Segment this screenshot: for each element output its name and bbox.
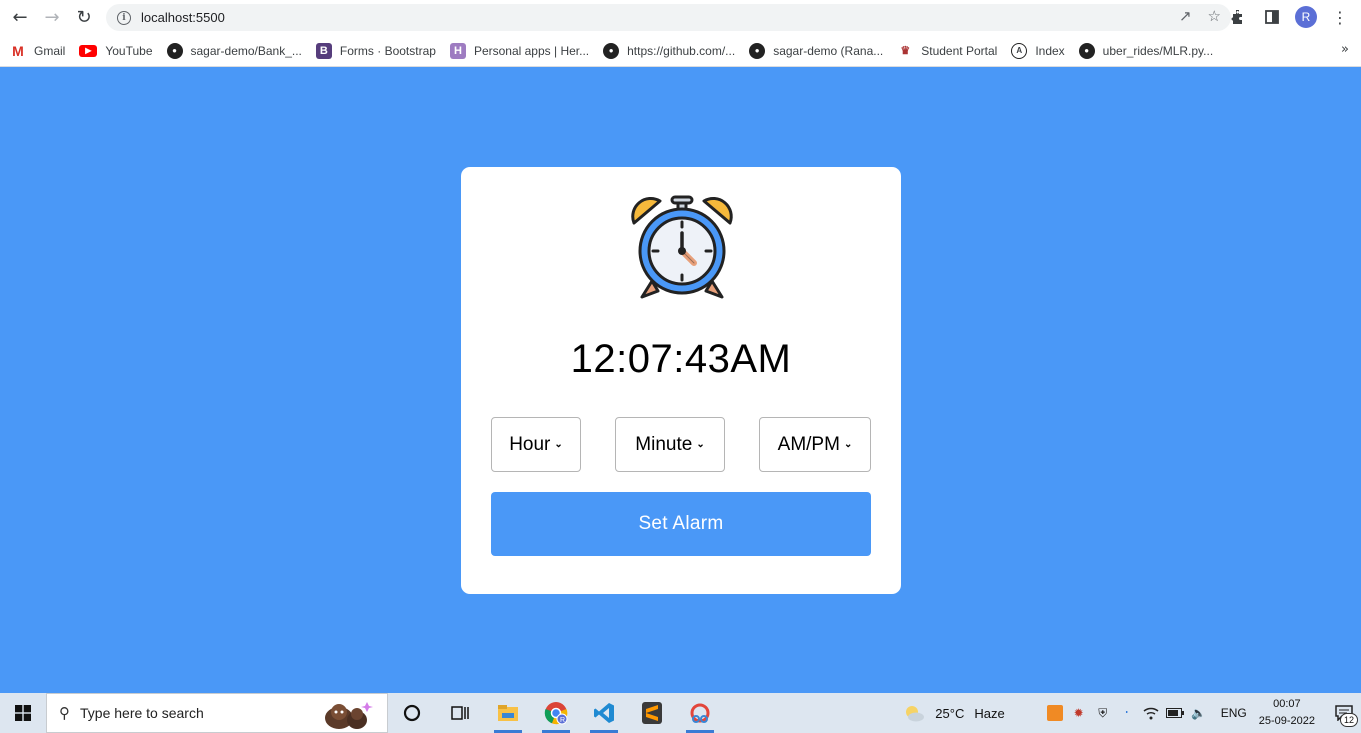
bookmark-uber-rides[interactable]: ● uber_rides/MLR.py... <box>1078 42 1214 59</box>
side-panel-icon[interactable] <box>1261 4 1283 30</box>
bookmark-heroku[interactable]: H Personal apps | Her... <box>449 42 590 59</box>
bookmark-github-url[interactable]: ● https://github.com/... <box>603 42 736 59</box>
bookmark-index[interactable]: A Index <box>1011 42 1065 59</box>
bookmark-label: Personal apps | Her... <box>473 43 590 58</box>
site-info-icon[interactable]: i <box>117 10 131 25</box>
svg-text:R: R <box>560 717 565 724</box>
heroku-icon: H <box>449 42 466 59</box>
github-icon: ● <box>603 42 620 59</box>
search-placeholder: Type here to search <box>80 705 204 721</box>
taskbar-date: 25-09-2022 <box>1258 715 1315 727</box>
search-highlight-icon <box>325 702 373 729</box>
hour-select[interactable]: Hour ⌄ <box>491 417 581 472</box>
shield-icon[interactable]: ⛨ <box>1093 703 1113 723</box>
bookmark-github-demo[interactable]: ● sagar-demo (Rana... <box>749 42 884 59</box>
bookmark-label: sagar-demo (Rana... <box>773 43 884 58</box>
set-alarm-button[interactable]: Set Alarm <box>491 492 871 556</box>
minute-select[interactable]: Minute ⌄ <box>615 417 725 472</box>
bookmark-label: Gmail <box>34 43 66 58</box>
github-icon: ● <box>1078 42 1095 59</box>
bookmark-label: Student Portal <box>921 43 998 58</box>
url-text[interactable]: localhost:5500 <box>141 10 225 25</box>
ampm-select[interactable]: AM/PM ⌄ <box>759 417 871 472</box>
ampm-select-label: AM/PM <box>777 433 840 455</box>
snipping-tool-icon[interactable] <box>676 693 724 733</box>
file-explorer-icon[interactable] <box>484 693 532 733</box>
search-icon: ⚲ <box>59 704 70 722</box>
gmail-icon: M <box>12 42 24 59</box>
chevron-down-icon: ⌄ <box>696 439 705 450</box>
taskbar-clock[interactable]: 00:07 25-09-2022 <box>1259 696 1315 730</box>
system-tray: 25°C Haze ✹ ⛨ ᛫ 🔈 ENG 00:07 25-09-2022 1… <box>903 693 1361 733</box>
share-icon[interactable]: ↗ <box>1179 7 1192 25</box>
bookmark-label: YouTube <box>105 43 153 58</box>
weather-widget[interactable]: 25°C Haze <box>903 704 1005 722</box>
bookmark-youtube[interactable]: ▶ YouTube <box>79 43 153 58</box>
notification-center-icon[interactable]: 12 <box>1327 693 1361 733</box>
reload-icon[interactable]: ↻ <box>68 1 100 33</box>
wifi-icon[interactable] <box>1141 703 1161 723</box>
chevron-down-icon: ⌄ <box>843 439 853 450</box>
current-time: 12:07:43AM <box>570 337 792 381</box>
bookmark-github-bank[interactable]: ● sagar-demo/Bank_... <box>166 42 302 59</box>
weather-description: Haze <box>974 705 1005 721</box>
windows-start-icon[interactable] <box>0 693 46 733</box>
weather-moon-cloud-icon <box>906 706 925 722</box>
notification-count-badge: 12 <box>1340 713 1358 727</box>
github-icon: ● <box>749 42 766 59</box>
portal-icon: ♛ <box>900 45 911 57</box>
chrome-icon[interactable]: R <box>532 693 580 733</box>
github-icon: ● <box>166 42 183 59</box>
alarm-card: 12:07:43AM Hour ⌄ Minute ⌄ AM/PM ⌄ Set A… <box>461 167 901 594</box>
alarm-clock-icon <box>631 195 733 299</box>
bookmark-star-icon[interactable]: ☆ <box>1208 7 1221 25</box>
bookmark-bootstrap[interactable]: B Forms · Bootstrap <box>315 42 436 59</box>
bookmarks-overflow-icon[interactable]: » <box>1341 42 1349 57</box>
sublime-tray-icon[interactable] <box>1045 703 1065 723</box>
bookmark-student-portal[interactable]: ♛ Student Portal <box>897 43 997 59</box>
bookmark-label: uber_rides/MLR.py... <box>1102 43 1214 58</box>
bluetooth-icon[interactable]: ᛫ <box>1117 703 1137 723</box>
bookmark-label: https://github.com/... <box>627 43 736 58</box>
browser-toolbar: ← → ↻ i localhost:5500 ↗ ☆ R ⋮ <box>0 0 1361 35</box>
bookmarks-bar: M Gmail ▶ YouTube ● sagar-demo/Bank_... … <box>0 35 1361 67</box>
vscode-icon[interactable] <box>580 693 628 733</box>
task-view-icon[interactable] <box>436 693 484 733</box>
cortana-icon[interactable] <box>388 693 436 733</box>
forward-icon[interactable]: → <box>36 1 68 33</box>
minute-select-label: Minute <box>635 433 693 455</box>
chevron-down-icon: ⌄ <box>554 439 563 450</box>
taskbar-time: 00:07 <box>1273 698 1301 710</box>
battery-icon[interactable] <box>1165 703 1185 723</box>
profile-avatar[interactable]: R <box>1295 6 1317 28</box>
hour-select-label: Hour <box>509 433 551 455</box>
bug-tray-icon[interactable]: ✹ <box>1069 703 1089 723</box>
sublime-text-icon[interactable] <box>628 693 676 733</box>
bookmark-label: Index <box>1035 43 1065 58</box>
bookmark-gmail[interactable]: M Gmail <box>10 43 65 59</box>
volume-icon[interactable]: 🔈 <box>1189 703 1209 723</box>
taskbar-search-box[interactable]: ⚲ Type here to search <box>46 693 388 733</box>
back-icon[interactable]: ← <box>4 1 36 33</box>
extensions-icon[interactable] <box>1227 4 1249 30</box>
bootstrap-icon: B <box>315 42 332 59</box>
menu-kebab-icon[interactable]: ⋮ <box>1329 4 1351 30</box>
language-indicator[interactable]: ENG <box>1221 706 1247 720</box>
weather-temperature: 25°C <box>935 705 965 721</box>
address-bar[interactable]: i localhost:5500 ↗ ☆ <box>106 4 1231 31</box>
youtube-icon: ▶ <box>79 44 98 57</box>
taskbar: ⚲ Type here to search R 25°C Haze ✹ ⛨ ᛫ … <box>0 693 1361 733</box>
index-icon: A <box>1011 42 1028 59</box>
bookmark-label: Forms · Bootstrap <box>339 43 436 58</box>
bookmark-label: sagar-demo/Bank_... <box>190 43 302 58</box>
